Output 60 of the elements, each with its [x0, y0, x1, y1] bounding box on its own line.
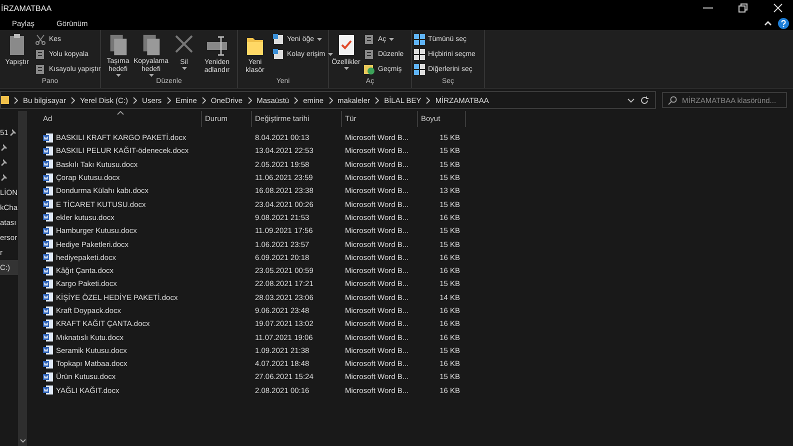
window-icon [273, 48, 284, 60]
chevron-right-icon[interactable] [328, 96, 333, 104]
document-icon [364, 48, 375, 60]
word-document-icon [43, 172, 53, 183]
search-icon [668, 96, 677, 105]
close-icon[interactable] [773, 3, 783, 13]
word-document-icon [43, 186, 53, 196]
chevron-right-icon[interactable] [375, 96, 380, 104]
word-document-icon [43, 146, 53, 156]
word-document-icon [43, 306, 53, 316]
caret-icon [182, 67, 186, 70]
document-icon [35, 64, 46, 74]
document-icon [35, 48, 46, 60]
chevron-right-icon[interactable] [166, 96, 171, 104]
scrollbar[interactable] [18, 111, 27, 446]
word-document-icon [43, 278, 53, 289]
chevron-right-icon[interactable] [202, 96, 206, 104]
chevron-down-icon[interactable] [627, 98, 635, 102]
chevron-right-icon[interactable] [294, 96, 298, 104]
help-icon[interactable] [778, 18, 789, 28]
caret-icon [317, 38, 322, 40]
word-document-icon [43, 332, 53, 342]
chevron-down-icon[interactable] [20, 439, 26, 443]
chevron-right-icon[interactable] [133, 96, 138, 104]
sort-caret-icon [117, 111, 124, 115]
document-icon [364, 34, 375, 44]
word-document-icon [43, 372, 53, 382]
word-document-icon [43, 226, 53, 236]
caret-icon [328, 52, 334, 56]
chevron-up-icon[interactable] [764, 20, 772, 26]
refresh-icon[interactable] [640, 96, 649, 104]
history-icon [364, 64, 375, 74]
word-document-icon [43, 252, 53, 262]
chevron-right-icon[interactable] [426, 96, 430, 104]
word-document-icon [43, 318, 53, 329]
word-document-icon [43, 385, 53, 396]
caret-icon [389, 38, 394, 40]
chevron-right-icon[interactable] [14, 96, 18, 104]
chevron-right-icon[interactable] [70, 96, 75, 104]
grid-icon [414, 48, 425, 60]
word-document-icon [43, 266, 53, 276]
caret-icon [344, 67, 348, 70]
word-document-icon [43, 239, 53, 250]
scissors-icon [35, 34, 46, 44]
grid-icon [414, 64, 425, 74]
chevron-right-icon[interactable] [248, 96, 252, 104]
word-document-icon [43, 199, 53, 210]
caret-icon [148, 74, 154, 77]
word-document-icon [43, 292, 53, 302]
window-title: İRZAMATBAA [1, 4, 52, 12]
word-document-icon [43, 358, 53, 369]
grid-icon [414, 34, 425, 44]
word-document-icon [43, 159, 53, 170]
word-document-icon [43, 345, 53, 356]
word-document-icon [43, 212, 53, 222]
maximize-icon[interactable] [738, 3, 748, 13]
word-document-icon [43, 132, 53, 143]
window-icon [273, 34, 284, 44]
folder-icon [1, 95, 9, 105]
caret-icon [116, 74, 120, 77]
